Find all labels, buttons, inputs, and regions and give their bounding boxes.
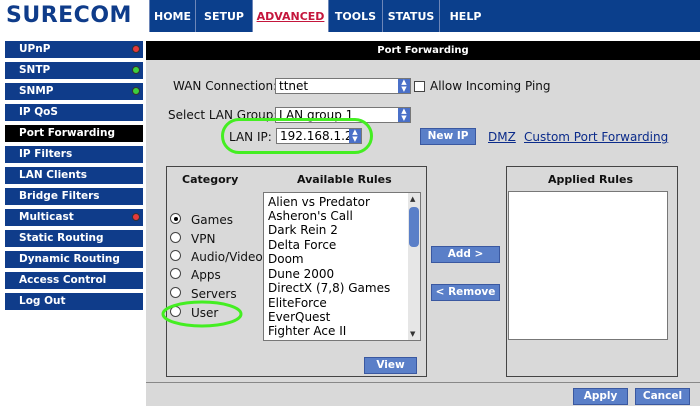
sidebar-item-label: UPnP [19,43,51,55]
custom-port-forwarding-link[interactable]: Custom Port Forwarding [524,130,668,144]
rules-scrollbar[interactable]: ▲ ▼ [408,193,420,340]
sidebar-item-dynamic-routing[interactable]: Dynamic Routing [5,251,143,268]
sidebar-item-label: IP Filters [19,148,73,160]
sidebar-item-port-forwarding[interactable]: Port Forwarding [5,125,143,142]
list-item[interactable]: Dune 2000 [268,267,334,281]
sidebar-item-label: Static Routing [19,232,104,244]
list-item[interactable]: EverQuest [268,310,330,324]
sidebar-item-label: Dynamic Routing [19,253,120,265]
status-green-icon [132,66,140,74]
nav-tools[interactable]: TOOLS [328,0,382,32]
list-item[interactable]: DirectX (7,8) Games [268,281,390,295]
select-arrows-icon: ▲ ▼ [398,79,410,93]
add-button[interactable]: Add > [431,246,500,263]
nav-setup[interactable]: SETUP [195,0,252,32]
list-item[interactable]: Fighter Ace II [268,324,346,338]
allow-ping-checkbox[interactable] [414,81,425,92]
brand-text: SURECOM [6,3,132,28]
radio-label-vpn: VPN [191,232,216,246]
highlight-oval [161,300,243,328]
available-rules-list[interactable]: Alien vs Predator Asheron's Call Dark Re… [263,192,421,341]
status-red-icon [132,45,140,53]
scroll-thumb[interactable] [409,207,419,247]
sidebar-item-label: Access Control [19,274,107,286]
list-item[interactable]: Doom [268,252,304,266]
applied-rules-list[interactable] [508,191,668,340]
sidebar-item-ip-qos[interactable]: IP QoS [5,104,143,121]
apply-button[interactable]: Apply [573,388,628,405]
page-title: Port Forwarding [146,41,700,60]
radio-label-audio-video: Audio/Video [191,250,263,264]
new-ip-button[interactable]: New IP [420,128,476,145]
available-rules-title: Available Rules [297,173,392,186]
wan-connection-label: WAN Connection: [173,79,278,93]
nav-home[interactable]: HOME [149,0,195,32]
sidebar-item-label: Port Forwarding [19,127,115,139]
radio-servers[interactable] [170,287,181,298]
list-item[interactable]: EliteForce [268,296,327,310]
dmz-link[interactable]: DMZ [488,130,516,144]
allow-ping-label: Allow Incoming Ping [430,79,551,93]
category-title: Category [182,173,239,186]
wan-connection-value: ttnet [279,79,309,93]
radio-label-games: Games [191,213,233,227]
scroll-up-icon[interactable]: ▲ [410,195,415,203]
nav-status[interactable]: STATUS [382,0,439,32]
radio-vpn[interactable] [170,232,181,243]
sidebar-item-static-routing[interactable]: Static Routing [5,230,143,247]
sidebar-item-lan-clients[interactable]: LAN Clients [5,167,143,184]
sidebar-item-label: SNTP [19,64,51,76]
sidebar-item-label: IP QoS [19,106,58,118]
top-divider [149,32,700,41]
sidebar-item-label: Multicast [19,211,74,223]
remove-button[interactable]: < Remove [431,284,500,301]
sidebar-item-snmp[interactable]: SNMP [5,83,143,100]
sidebar: UPnP SNTP SNMP IP QoS Port Forwarding IP… [0,32,146,406]
view-button[interactable]: View [364,357,417,374]
sidebar-item-label: Log Out [19,295,66,307]
select-arrows-icon: ▲ ▼ [398,108,410,122]
nav-help[interactable]: HELP [439,0,491,32]
surecom-logo: SURECOM [0,0,149,32]
sidebar-item-log-out[interactable]: Log Out [5,293,143,310]
highlight-circle [221,118,373,154]
sidebar-item-access-control[interactable]: Access Control [5,272,143,289]
scroll-down-icon[interactable]: ▼ [410,330,415,338]
list-item[interactable]: Asheron's Call [268,209,353,223]
applied-rules-title: Applied Rules [548,173,634,186]
cancel-button[interactable]: Cancel [635,388,690,405]
list-item[interactable]: Alien vs Predator [268,195,370,209]
sidebar-item-label: SNMP [19,85,54,97]
radio-audio-video[interactable] [170,250,181,261]
sidebar-item-label: LAN Clients [19,169,88,181]
wan-connection-select[interactable]: ttnet ▲ ▼ [275,78,411,94]
list-item[interactable]: Dark Rein 2 [268,223,338,237]
status-red-icon [132,213,140,221]
list-item[interactable]: Delta Force [268,238,336,252]
sidebar-item-upnp[interactable]: UPnP [5,41,143,58]
nav-advanced[interactable]: ADVANCED [252,0,328,32]
radio-apps[interactable] [170,268,181,279]
status-green-icon [132,87,140,95]
sidebar-item-multicast[interactable]: Multicast [5,209,143,226]
sidebar-item-bridge-filters[interactable]: Bridge Filters [5,188,143,205]
radio-games[interactable] [170,213,181,224]
sidebar-item-sntp[interactable]: SNTP [5,62,143,79]
radio-label-apps: Apps [191,268,221,282]
sidebar-item-label: Bridge Filters [19,190,100,202]
sidebar-item-ip-filters[interactable]: IP Filters [5,146,143,163]
